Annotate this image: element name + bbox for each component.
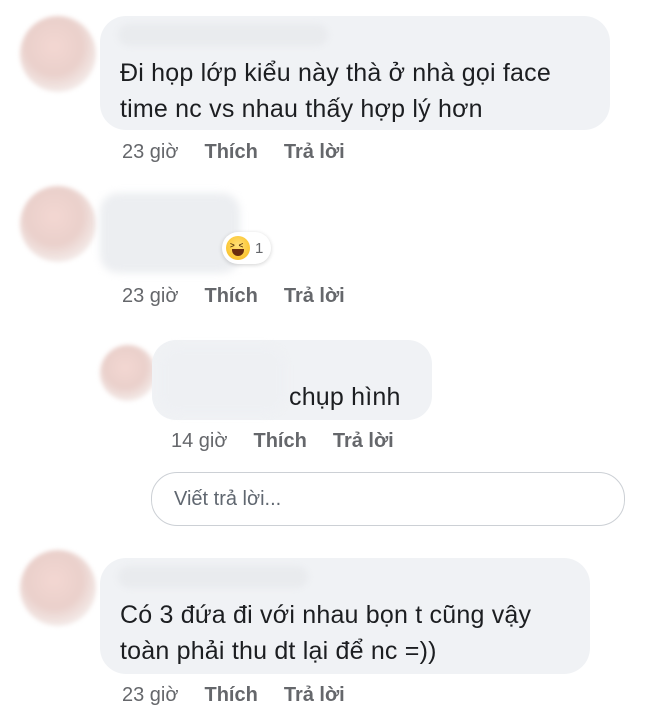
haha-emoji-icon: >< — [226, 236, 250, 260]
comment-text-line: toàn phải thu dt lại để nc =)) — [120, 637, 437, 665]
author-name-blurred[interactable] — [118, 24, 328, 46]
author-name-blurred[interactable] — [118, 566, 308, 588]
comment-actions: 23 giờ Thích Trả lời — [122, 141, 345, 164]
comment-actions: 14 giờ Thích Trả lời — [171, 430, 394, 453]
avatar[interactable] — [100, 345, 156, 401]
reply-button[interactable]: Trả lời — [284, 141, 345, 164]
like-button[interactable]: Thích — [253, 430, 306, 453]
comment-text-line: time nc vs nhau thấy hợp lý hơn — [120, 95, 483, 123]
comment-actions: 23 giờ Thích Trả lời — [122, 285, 345, 308]
comment-text-line: Đi họp lớp kiểu này thà ở nhà gọi face — [120, 59, 551, 87]
comment-actions: 23 giờ Thích Trả lời — [122, 684, 345, 707]
comment-text-line: chụp hình — [289, 383, 401, 411]
comment-time[interactable]: 23 giờ — [122, 141, 178, 164]
avatar[interactable] — [20, 186, 96, 262]
comment-time[interactable]: 14 giờ — [171, 430, 227, 453]
like-button[interactable]: Thích — [204, 141, 257, 164]
avatar[interactable] — [20, 16, 96, 92]
comment-content-blurred — [100, 193, 240, 273]
reply-input[interactable] — [174, 486, 594, 512]
reaction-count: 1 — [255, 239, 264, 257]
avatar[interactable] — [20, 550, 96, 626]
reply-button[interactable]: Trả lời — [284, 285, 345, 308]
reply-button[interactable]: Trả lời — [284, 684, 345, 707]
reply-field[interactable] — [151, 472, 625, 526]
author-name-blurred[interactable] — [160, 346, 285, 414]
like-button[interactable]: Thích — [204, 285, 257, 308]
comment-text-line: Có 3 đứa đi với nhau bọn t cũng vậy — [120, 601, 532, 629]
reply-button[interactable]: Trả lời — [333, 430, 394, 453]
like-button[interactable]: Thích — [204, 684, 257, 707]
comment-time[interactable]: 23 giờ — [122, 285, 178, 308]
reaction-badge[interactable]: >< 1 — [222, 232, 272, 264]
comment-time[interactable]: 23 giờ — [122, 684, 178, 707]
